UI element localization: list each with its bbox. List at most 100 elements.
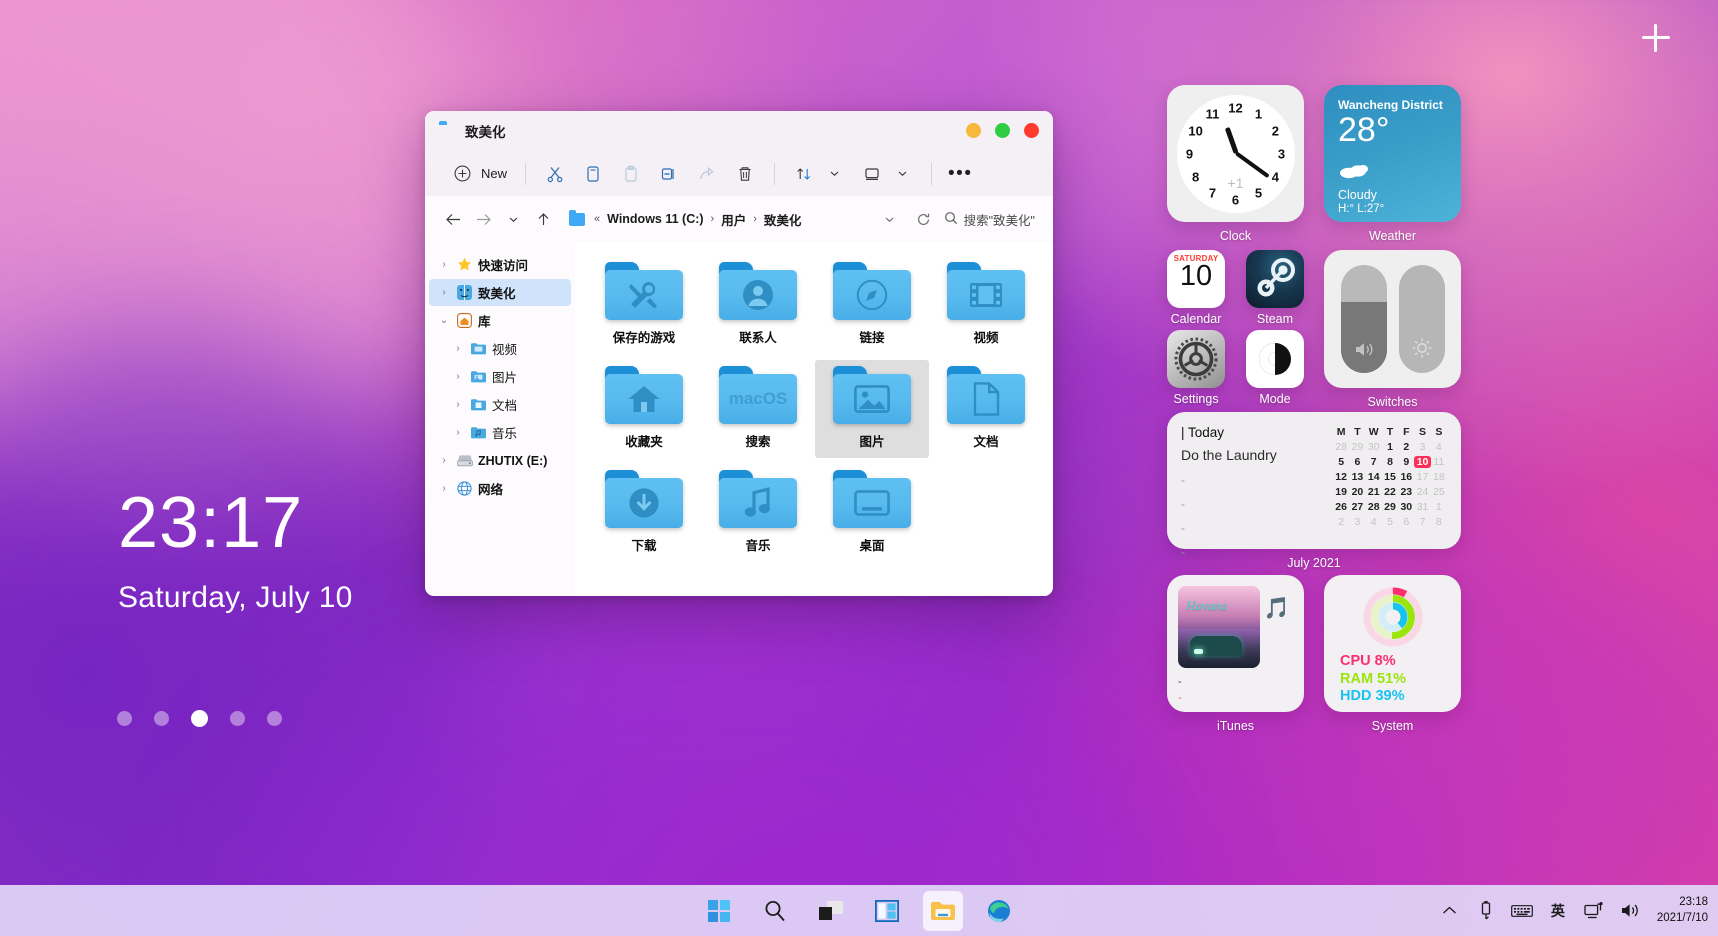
sidebar-chevron-icon[interactable]: › <box>437 259 451 270</box>
calendar-day[interactable]: 24 <box>1414 486 1430 498</box>
calendar-day[interactable]: 30 <box>1398 501 1414 513</box>
add-widget-button[interactable] <box>1642 24 1670 52</box>
calendar-day[interactable]: 15 <box>1382 471 1398 483</box>
system-tray[interactable]: 英 23:18 2021/7/10 <box>1439 895 1708 926</box>
calendar-day[interactable]: 21 <box>1366 486 1382 498</box>
calendar-day[interactable]: 11 <box>1431 456 1447 468</box>
calendar-day-today[interactable]: 10 <box>1414 456 1431 468</box>
chevron-up-icon[interactable] <box>1439 900 1461 922</box>
itunes-widget[interactable]: Havana 🎵 - - <box>1167 575 1304 712</box>
calendar-day[interactable]: 3 <box>1414 441 1430 453</box>
search-box[interactable]: 搜索"致美化" <box>944 210 1039 229</box>
weather-widget[interactable]: Wancheng District 28° Cloudy H:° L:27° <box>1324 85 1461 222</box>
more-options-icon[interactable]: ••• <box>942 164 978 183</box>
page-dot-0[interactable] <box>117 711 132 726</box>
file-item-2[interactable]: 链接 <box>815 256 929 354</box>
calendar-day[interactable]: 25 <box>1431 486 1447 498</box>
up-icon[interactable] <box>529 205 557 233</box>
tray-clock[interactable]: 23:18 2021/7/10 <box>1657 895 1708 926</box>
paste-button[interactable] <box>612 158 650 190</box>
calendar-day[interactable]: 23 <box>1398 486 1414 498</box>
sidebar-chevron-icon[interactable]: › <box>451 343 465 354</box>
page-indicator-dots[interactable] <box>117 710 282 727</box>
maximize-button[interactable] <box>995 123 1010 138</box>
calendar-day[interactable]: 5 <box>1382 516 1398 528</box>
calendar-day[interactable]: 27 <box>1349 501 1365 513</box>
calendar-app-icon[interactable]: SATURDAY 10 <box>1167 250 1225 308</box>
breadcrumb-item-0[interactable]: Windows 11 (C:) <box>607 212 703 226</box>
file-grid[interactable]: 保存的游戏 联系人 链接 视频 收藏夹 macOS 搜索 图片 文档 下载 音乐 桌面 <box>587 256 1043 562</box>
system-widget[interactable]: CPU 8% RAM 51% HDD 39% <box>1324 575 1461 712</box>
search-button[interactable] <box>755 891 795 931</box>
page-dot-3[interactable] <box>230 711 245 726</box>
address-bar[interactable]: « Windows 11 (C:) › 用户 › 致美化 搜索"致美化" <box>425 196 1053 242</box>
file-item-5[interactable]: macOS 搜索 <box>701 360 815 458</box>
month-calendar[interactable]: M T W T F S S 28 29 30 1 2 3 4 5 6 7 8 9 10 11 12 13 14 15 16 17 18… <box>1333 426 1447 528</box>
calendar-day[interactable]: 7 <box>1414 516 1430 528</box>
switches-widget[interactable] <box>1324 250 1461 388</box>
sidebar-item-4[interactable]: › 图片 <box>429 363 571 390</box>
file-explorer-window[interactable]: 致美化 New ••• « Windows 11 (C:) › 用户 › 致美化… <box>425 111 1053 596</box>
explorer-sidebar[interactable]: › 快速访问 › 致美化 ⌄ 库 › 视频 › 图片 › 文档 › 音乐 › ZHUTIX (E:) › 网络 <box>425 242 575 596</box>
page-dot-2[interactable] <box>191 710 208 727</box>
calendar-day[interactable]: 22 <box>1382 486 1398 498</box>
calendar-day[interactable]: 28 <box>1366 501 1382 513</box>
calendar-day[interactable]: 2 <box>1398 441 1414 453</box>
volume-icon[interactable] <box>1619 900 1641 922</box>
calendar-day[interactable]: 26 <box>1333 501 1349 513</box>
calendar-day[interactable]: 8 <box>1382 456 1398 468</box>
file-item-1[interactable]: 联系人 <box>701 256 815 354</box>
sidebar-chevron-icon[interactable]: › <box>451 427 465 438</box>
sidebar-item-1[interactable]: › 致美化 <box>429 279 571 306</box>
rename-button[interactable] <box>650 158 688 190</box>
calendar-day[interactable]: 6 <box>1349 456 1365 468</box>
recent-chevron-icon[interactable] <box>499 205 527 233</box>
start-button[interactable] <box>699 891 739 931</box>
calendar-day[interactable]: 7 <box>1366 456 1382 468</box>
file-explorer-button[interactable] <box>923 890 963 931</box>
calendar-day[interactable]: 20 <box>1349 486 1365 498</box>
forward-icon[interactable] <box>469 205 497 233</box>
file-item-9[interactable]: 音乐 <box>701 464 815 562</box>
file-item-7[interactable]: 文档 <box>929 360 1043 458</box>
back-icon[interactable] <box>439 205 467 233</box>
breadcrumb-item-2[interactable]: 致美化 <box>764 210 802 229</box>
calendar-day[interactable]: 1 <box>1431 501 1447 513</box>
new-button[interactable]: New <box>443 158 515 190</box>
calendar-day[interactable]: 28 <box>1333 441 1349 453</box>
today-widget[interactable]: | Today Do the Laundry - - - - M T W T F S S 28… <box>1167 412 1461 559</box>
mode-app-icon[interactable] <box>1246 330 1304 388</box>
sidebar-chevron-icon[interactable]: ⌄ <box>437 315 451 326</box>
volume-switch[interactable] <box>1340 265 1387 373</box>
sidebar-chevron-icon[interactable]: › <box>451 399 465 410</box>
file-item-4[interactable]: 收藏夹 <box>587 360 701 458</box>
file-item-0[interactable]: 保存的游戏 <box>587 256 701 354</box>
sidebar-chevron-icon[interactable]: › <box>437 287 451 298</box>
ime-icon[interactable]: 英 <box>1547 900 1569 922</box>
calendar-day[interactable]: 4 <box>1366 516 1382 528</box>
clock-widget[interactable]: +1 12 1 2 3 4 5 6 7 8 9 10 11 <box>1167 85 1304 222</box>
settings-app-icon[interactable] <box>1167 330 1225 388</box>
calendar-day[interactable]: 30 <box>1366 441 1382 453</box>
calendar-day[interactable]: 12 <box>1333 471 1349 483</box>
page-dot-1[interactable] <box>154 711 169 726</box>
calendar-day[interactable]: 29 <box>1382 501 1398 513</box>
calendar-day[interactable]: 13 <box>1349 471 1365 483</box>
file-item-10[interactable]: 桌面 <box>815 464 929 562</box>
explorer-content[interactable]: 保存的游戏 联系人 链接 视频 收藏夹 macOS 搜索 图片 文档 下载 音乐 桌面 <box>575 242 1053 596</box>
brightness-switch[interactable] <box>1398 265 1445 373</box>
calendar-day[interactable]: 18 <box>1431 471 1447 483</box>
delete-button[interactable] <box>726 158 764 190</box>
sidebar-item-3[interactable]: › 视频 <box>429 335 571 362</box>
sidebar-item-7[interactable]: › ZHUTIX (E:) <box>429 447 571 474</box>
calendar-day[interactable]: 9 <box>1398 456 1414 468</box>
sidebar-item-5[interactable]: › 文档 <box>429 391 571 418</box>
sidebar-item-0[interactable]: › 快速访问 <box>429 251 571 278</box>
sidebar-item-2[interactable]: ⌄ 库 <box>429 307 571 334</box>
calendar-day[interactable]: 8 <box>1431 516 1447 528</box>
close-button[interactable] <box>1024 123 1039 138</box>
edge-button[interactable] <box>979 891 1019 931</box>
keyboard-icon[interactable] <box>1510 900 1533 922</box>
explorer-toolbar[interactable]: New ••• <box>425 151 1053 196</box>
address-chevron-icon[interactable] <box>876 205 904 233</box>
